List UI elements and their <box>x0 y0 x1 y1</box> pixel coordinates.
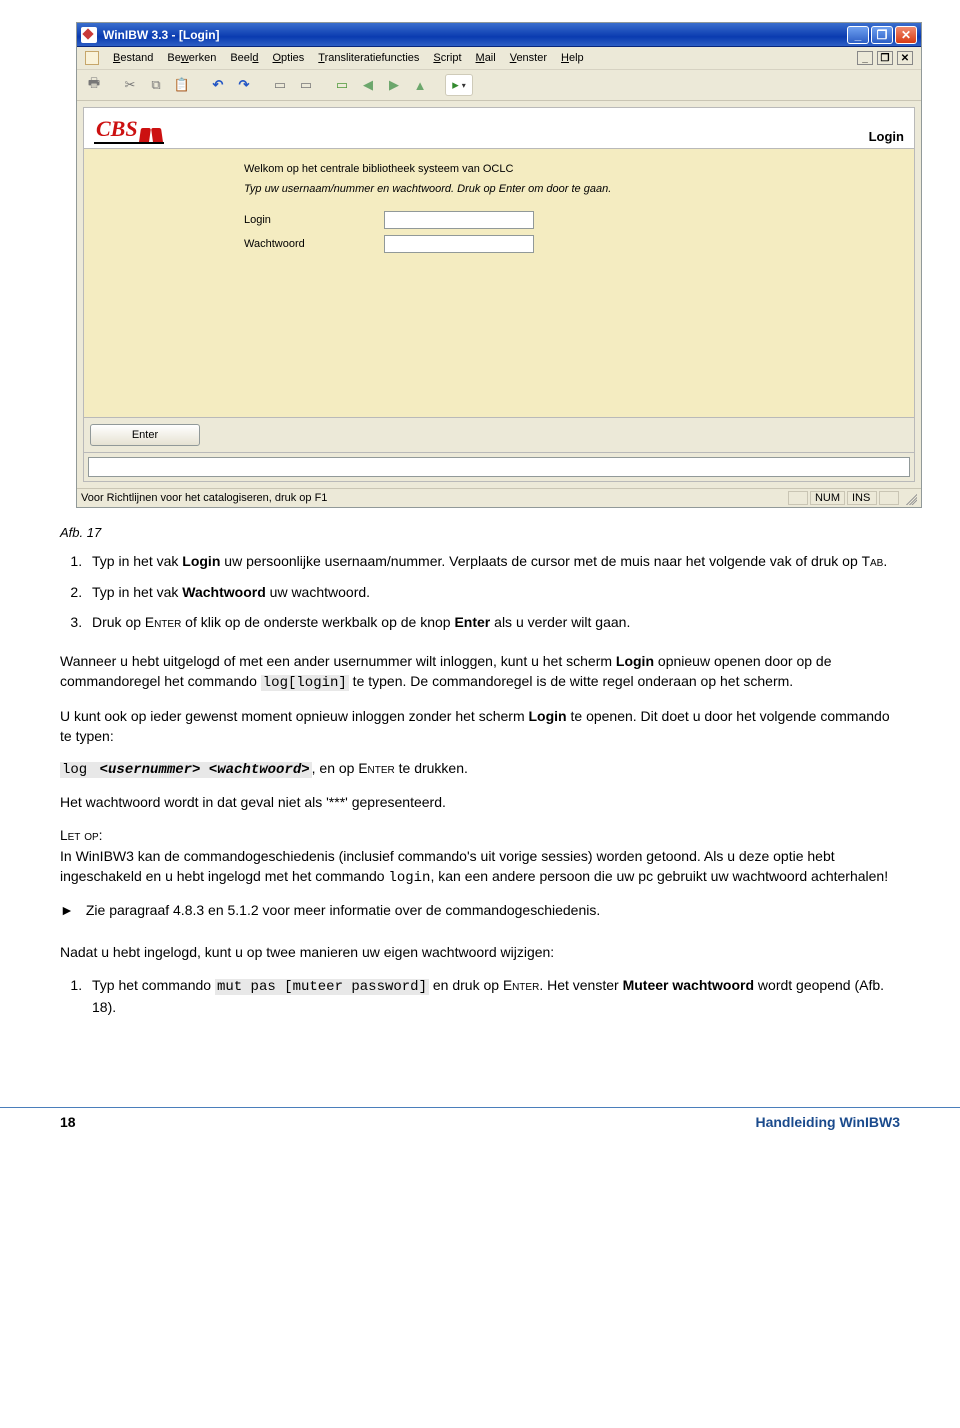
app-window: WinIBW 3.3 - [Login] _ ❐ ✕ Bestand Bewer… <box>76 22 922 508</box>
copy-icon[interactable]: ⧉ <box>145 74 167 96</box>
mdi-close-button[interactable]: ✕ <box>897 51 913 65</box>
para-change-pw: Nadat u hebt ingelogd, kunt u op twee ma… <box>60 942 900 962</box>
login-input[interactable] <box>384 211 534 229</box>
menu-opties[interactable]: Opties <box>272 52 304 64</box>
command-example: log <usernummer> <wachtwoord>, en op Ent… <box>60 758 900 780</box>
step-3: Druk op Enter of klik op de onderste wer… <box>86 612 900 633</box>
print-icon[interactable]: 🖶 <box>83 74 105 96</box>
mdi-restore-button[interactable]: ❐ <box>877 51 893 65</box>
status-ins: INS <box>847 491 877 505</box>
see-also: ►Zie paragraaf 4.8.3 en 5.1.2 voor meer … <box>60 900 900 920</box>
menu-help[interactable]: Help <box>561 52 584 64</box>
cut-icon[interactable]: ✂ <box>119 74 141 96</box>
menu-beeld[interactable]: Beeld <box>230 52 258 64</box>
login-panel: Welkom op het centrale bibliotheek syste… <box>83 148 915 418</box>
para-relogin: U kunt ook op ieder gewenst moment opnie… <box>60 706 900 747</box>
password-label: Wachtwoord <box>244 238 324 250</box>
maximize-button[interactable]: ❐ <box>871 26 893 44</box>
substep-1: Typ het commando mut pas [muteer passwor… <box>86 975 900 1018</box>
menu-script[interactable]: Script <box>433 52 461 64</box>
status-slot-1 <box>788 491 808 505</box>
welcome-text: Welkom op het centrale bibliotheek syste… <box>244 163 898 175</box>
close-button[interactable]: ✕ <box>895 26 917 44</box>
instruction-text: Typ uw usernaam/nummer en wachtwoord. Dr… <box>244 183 898 195</box>
para-logout: Wanneer u hebt uitgelogd of met een ande… <box>60 651 900 694</box>
window-title: WinIBW 3.3 - [Login] <box>103 28 220 42</box>
minimize-button[interactable]: _ <box>847 26 869 44</box>
steps-list: Typ in het vak Login uw persoonlijke use… <box>60 551 900 633</box>
status-num: NUM <box>810 491 845 505</box>
substeps-list: Typ het commando mut pas [muteer passwor… <box>60 975 900 1018</box>
file-icon <box>85 51 99 65</box>
doc2-icon[interactable]: ▭ <box>295 74 317 96</box>
nav-fwd-icon[interactable]: ▶ <box>383 74 405 96</box>
resize-grip-icon[interactable] <box>903 491 917 505</box>
login-header: Login <box>869 129 908 144</box>
app-icon <box>81 27 97 43</box>
status-slot-4 <box>879 491 899 505</box>
doc1-icon[interactable]: ▭ <box>269 74 291 96</box>
password-input[interactable] <box>384 235 534 253</box>
redo-icon[interactable]: ↷ <box>233 74 255 96</box>
para-stars: Het wachtwoord wordt in dat geval niet a… <box>60 792 900 812</box>
status-hint: Voor Richtlijnen voor het catalogiseren,… <box>81 492 327 504</box>
menu-mail[interactable]: Mail <box>476 52 496 64</box>
step-1: Typ in het vak Login uw persoonlijke use… <box>86 551 900 572</box>
menu-translit[interactable]: Transliteratiefuncties <box>318 52 419 64</box>
content-area: CBS Login Welkom op het centrale bibliot… <box>77 101 921 488</box>
menu-venster[interactable]: Venster <box>510 52 547 64</box>
menubar: Bestand Bewerken Beeld Opties Transliter… <box>77 47 921 70</box>
paste-icon[interactable]: 📋 <box>171 74 193 96</box>
login-label: Login <box>244 214 324 226</box>
page-number: 18 <box>60 1114 76 1130</box>
cbs-logo: CBS <box>94 116 164 144</box>
toolbar: 🖶 ✂ ⧉ 📋 ↶ ↷ ▭ ▭ ▭ ◀ ▶ ▲ ▸▾ <box>77 70 921 101</box>
undo-icon[interactable]: ↶ <box>207 74 229 96</box>
footer-brand: Handleiding WinIBW3 <box>755 1114 900 1130</box>
menu-bestand[interactable]: Bestand <box>113 52 153 64</box>
step-2: Typ in het vak Wachtwoord uw wachtwoord. <box>86 582 900 602</box>
para-warning: Let op: In WinIBW3 kan de commandogeschi… <box>60 825 900 888</box>
command-input[interactable] <box>88 457 910 477</box>
enter-button[interactable]: Enter <box>90 424 200 446</box>
page-footer: 18 Handleiding WinIBW3 <box>0 1107 960 1130</box>
statusbar: Voor Richtlijnen voor het catalogiseren,… <box>77 488 921 507</box>
mdi-minimize-button[interactable]: _ <box>857 51 873 65</box>
nav-back-icon[interactable]: ◀ <box>357 74 379 96</box>
menu-bewerken[interactable]: Bewerken <box>167 52 216 64</box>
run-dropdown[interactable]: ▸▾ <box>445 74 473 96</box>
mdi-controls: _ ❐ ✕ <box>857 51 913 65</box>
titlebar: WinIBW 3.3 - [Login] _ ❐ ✕ <box>77 23 921 47</box>
new-icon[interactable]: ▭ <box>331 74 353 96</box>
figure-caption: Afb. 17 <box>60 524 900 543</box>
nav-up-icon[interactable]: ▲ <box>409 74 431 96</box>
